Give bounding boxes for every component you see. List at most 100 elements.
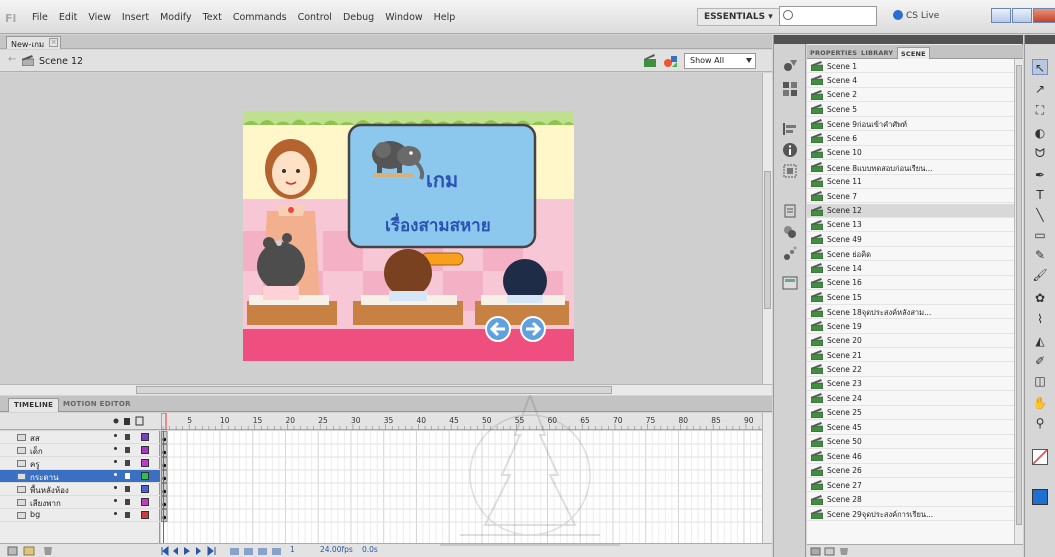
delete-scene-icon[interactable]	[840, 548, 848, 555]
align-left-icon[interactable]	[782, 121, 798, 137]
lock-icon[interactable]	[125, 473, 130, 479]
scene-list-item[interactable]: Scene 11	[807, 175, 1014, 190]
brush-icon[interactable]: 🖌	[1032, 267, 1048, 283]
scene-list-item[interactable]: Scene 10	[807, 146, 1014, 161]
menu-text[interactable]: Text	[203, 12, 222, 23]
swatches-icon[interactable]	[782, 246, 798, 262]
eyedropper-icon[interactable]: ✐	[1032, 353, 1048, 369]
visibility-dot-icon[interactable]	[114, 486, 117, 489]
scene-list-item[interactable]: Scene 6	[807, 131, 1014, 146]
new-layer-icon[interactable]	[7, 546, 18, 556]
subselection-icon[interactable]: ↗	[1032, 81, 1048, 97]
scene-list-item[interactable]: Scene 7	[807, 189, 1014, 204]
scene-list-item[interactable]: Scene 2	[807, 88, 1014, 103]
menu-help[interactable]: Help	[434, 12, 456, 23]
new-folder-icon[interactable]	[23, 546, 35, 556]
help-search-input[interactable]	[779, 6, 877, 26]
stroke-color-swatch[interactable]	[1032, 449, 1048, 465]
paint-bucket-icon[interactable]: ◭	[1032, 333, 1048, 349]
scene-list-item[interactable]: Scene 22	[807, 362, 1014, 377]
line-icon[interactable]: ╲	[1032, 207, 1048, 223]
scene-list-item[interactable]: Scene 45	[807, 420, 1014, 435]
delete-layer-icon[interactable]	[44, 547, 52, 555]
layer-outline-color[interactable]	[141, 446, 149, 454]
eraser-icon[interactable]: ◫	[1032, 373, 1048, 389]
fill-color-swatch[interactable]	[1032, 489, 1048, 505]
scene-list-item[interactable]: Scene 9ก่อนเข้าคำศัพท์	[807, 117, 1014, 132]
frame-ruler[interactable]: 5 10 15 20 25 30 35 40 45 50 55 60 65 70 75 80 85 90	[161, 413, 762, 430]
scene-list-item[interactable]: Scene 16	[807, 276, 1014, 291]
edit-symbols-icon[interactable]	[664, 54, 678, 67]
menu-insert[interactable]: Insert	[122, 12, 149, 23]
scene-list-item[interactable]: Scene 5	[807, 102, 1014, 117]
scene-list-item[interactable]: Scene 23	[807, 377, 1014, 392]
zoom-icon[interactable]: ⚲	[1032, 415, 1048, 431]
minimize-button[interactable]	[991, 8, 1011, 23]
tab-timeline[interactable]: TIMELINE	[8, 398, 60, 412]
lock-icon[interactable]	[125, 512, 130, 518]
scene-list-item[interactable]: Scene 14	[807, 261, 1014, 276]
close-tab-icon[interactable]: ×	[49, 38, 59, 47]
info-panel-icon[interactable]	[782, 142, 798, 158]
scene-list-item[interactable]: Scene 21	[807, 348, 1014, 363]
stage-canvas[interactable]: เกม เรื่องสามสหาย	[243, 111, 574, 361]
scene-list-item[interactable]: Scene 19	[807, 319, 1014, 334]
menu-control[interactable]: Control	[298, 12, 332, 23]
menu-commands[interactable]: Commands	[233, 12, 287, 23]
scroll-thumb[interactable]	[136, 386, 612, 394]
workspace-switcher[interactable]: ESSENTIALS ▾	[697, 8, 780, 26]
layer-row[interactable]: สส	[0, 431, 160, 444]
tab-properties[interactable]: PROPERTIES	[807, 47, 860, 59]
scene-list-item[interactable]: Scene 28	[807, 493, 1014, 507]
text-icon[interactable]: T	[1032, 187, 1048, 203]
visibility-dot-icon[interactable]	[114, 499, 117, 502]
maximize-button[interactable]	[1012, 8, 1032, 23]
tab-scene[interactable]: SCENE	[897, 47, 930, 59]
visibility-dot-icon[interactable]	[114, 434, 117, 437]
lock-icon[interactable]	[125, 486, 130, 492]
lock-icon[interactable]	[125, 499, 130, 505]
pencil-icon[interactable]: ✎	[1032, 247, 1048, 263]
duplicate-scene-icon[interactable]	[810, 547, 821, 556]
motion-presets-icon[interactable]	[782, 57, 798, 73]
tab-motion-editor[interactable]: MOTION EDITOR	[58, 398, 136, 412]
stage-vertical-scrollbar[interactable]	[762, 73, 772, 384]
layer-outline-color[interactable]	[141, 459, 149, 467]
layer-outline-color[interactable]	[141, 511, 149, 519]
visibility-dot-icon[interactable]	[114, 460, 117, 463]
scene-list-item[interactable]: Scene 12	[807, 203, 1014, 218]
scene-list-item[interactable]: Scene 27	[807, 478, 1014, 493]
scene-list-item[interactable]: Scene 13	[807, 218, 1014, 233]
menu-modify[interactable]: Modify	[160, 12, 191, 23]
scene-list-item[interactable]: Scene 8แบบทดสอบก่อนเรียน...	[807, 160, 1014, 175]
menu-edit[interactable]: Edit	[59, 12, 77, 23]
lock-icon[interactable]	[125, 434, 130, 440]
deco-icon[interactable]: ✿	[1032, 290, 1048, 306]
menu-window[interactable]: Window	[385, 12, 422, 23]
stage-horizontal-scrollbar[interactable]	[0, 384, 772, 395]
layer-outline-color[interactable]	[141, 498, 149, 506]
align-panel-icon[interactable]	[782, 81, 798, 97]
scene-list-item[interactable]: Scene 46	[807, 449, 1014, 464]
document-tab[interactable]: New-เกม ×	[6, 36, 62, 49]
cs-live-button[interactable]: CS Live	[893, 10, 939, 21]
selection-icon[interactable]: ↖	[1032, 59, 1048, 75]
visibility-dot-icon[interactable]	[114, 447, 117, 450]
layer-outline-color[interactable]	[141, 472, 149, 480]
scene-list-item[interactable]: Scene 4	[807, 73, 1014, 88]
edit-scene-icon[interactable]	[644, 54, 658, 67]
menu-debug[interactable]: Debug	[343, 12, 374, 23]
layer-row[interactable]: เด็ก	[0, 444, 160, 457]
scene-list-item[interactable]: Scene 1	[807, 59, 1014, 74]
scene-list-item[interactable]: Scene 29จุดประสงค์การเรียน...	[807, 507, 1014, 522]
hand-icon[interactable]: ✋	[1032, 395, 1048, 411]
lock-icon[interactable]	[125, 460, 130, 466]
color-panel-icon[interactable]	[782, 224, 798, 240]
frame-rate[interactable]: 24.00fps	[320, 545, 353, 554]
lasso-icon[interactable]: ᗢ	[1032, 145, 1048, 161]
zoom-select[interactable]: Show All	[684, 53, 756, 69]
rectangle-icon[interactable]: ▭	[1032, 227, 1048, 243]
scene-list-scrollbar[interactable]	[1014, 59, 1023, 544]
scene-list-item[interactable]: Scene 26	[807, 464, 1014, 479]
bone-icon[interactable]: ⌇	[1032, 311, 1048, 327]
